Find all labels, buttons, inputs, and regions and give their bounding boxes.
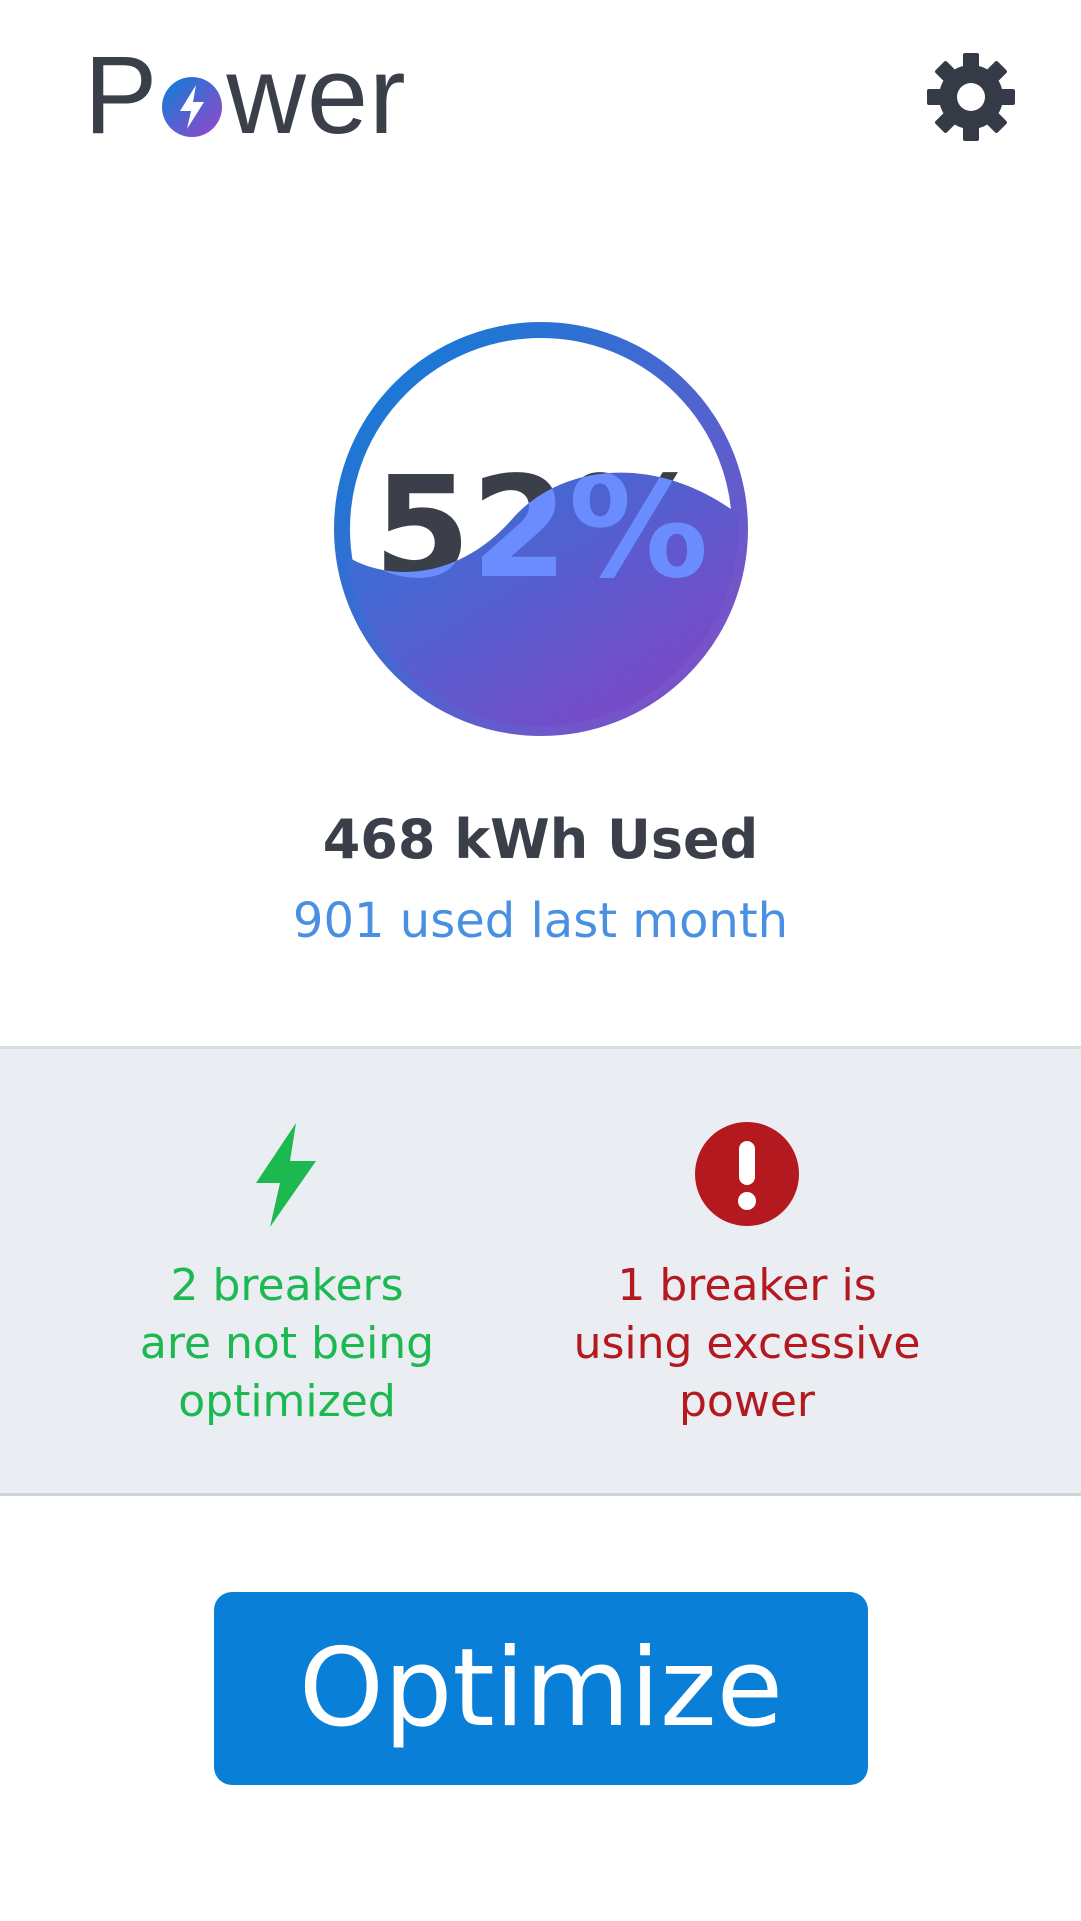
- excessive-power-status-card[interactable]: 1 breaker is using excessive power: [557, 1119, 937, 1431]
- excessive-power-status-text: 1 breaker is using excessive power: [557, 1257, 937, 1431]
- gear-icon: [927, 53, 1015, 141]
- usage-gauge-graphic: 52% 52%: [334, 322, 748, 736]
- excessive-status-line3: power: [679, 1376, 815, 1427]
- usage-gauge: 52% 52%: [334, 322, 748, 736]
- usage-last-month-label: 901 used last month: [292, 893, 789, 949]
- lightning-icon: [256, 1123, 316, 1227]
- optimization-status-text: 2 breakers are not being optimized: [97, 1257, 477, 1431]
- optimization-status-line2: are not being: [139, 1318, 435, 1369]
- exclamation-circle-icon: [695, 1122, 799, 1226]
- logo-letter-p: P: [84, 34, 159, 157]
- excessive-status-line1: 1 breaker is: [617, 1260, 877, 1311]
- settings-button[interactable]: [926, 52, 1016, 142]
- usage-kwh-label: 468 kWh Used: [322, 808, 759, 871]
- logo-letters-wer: wer: [226, 34, 407, 157]
- optimization-status-line1: 2 breakers: [170, 1260, 404, 1311]
- status-panel: 2 breakers are not being optimized 1 bre…: [0, 1046, 1081, 1496]
- excessive-status-line2: using excessive: [573, 1318, 921, 1369]
- optimization-status-line3: optimized: [178, 1376, 396, 1427]
- optimization-status-card[interactable]: 2 breakers are not being optimized: [97, 1119, 477, 1431]
- bolt-circle-icon: [162, 77, 223, 137]
- optimize-button[interactable]: Optimize: [214, 1592, 868, 1785]
- app-logo: P wer: [84, 36, 407, 156]
